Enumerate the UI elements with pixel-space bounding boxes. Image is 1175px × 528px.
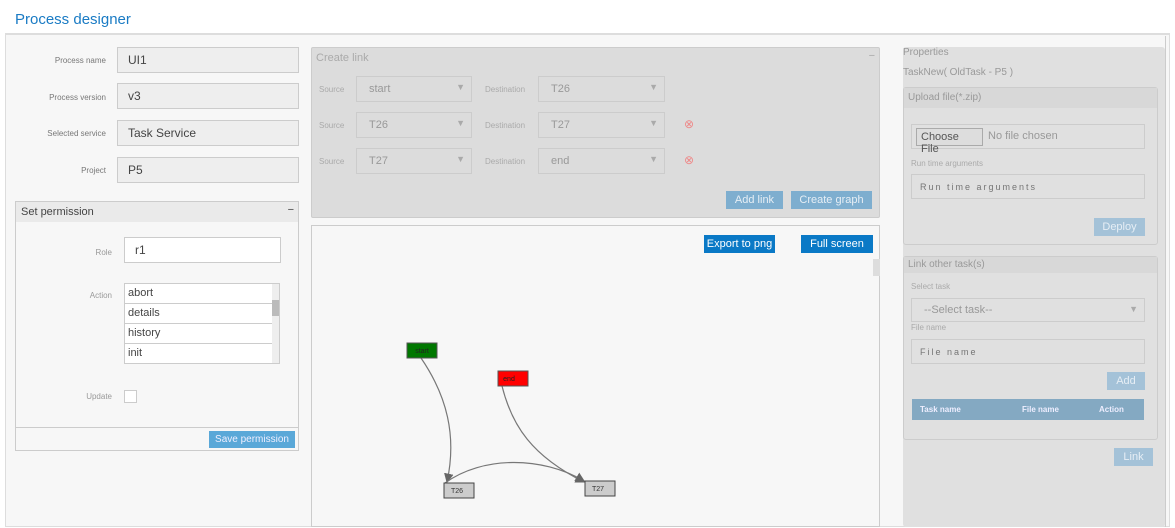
chevron-down-icon: ▼ bbox=[649, 82, 658, 92]
chevron-down-icon: ▼ bbox=[649, 118, 658, 128]
process-version-field[interactable]: v3 bbox=[117, 83, 299, 109]
column-file-name: File name bbox=[1022, 405, 1059, 414]
action-option[interactable]: history bbox=[125, 324, 273, 344]
graph-canvas[interactable]: Export to png Full screen start end T26 … bbox=[311, 225, 880, 527]
chevron-down-icon: ▼ bbox=[456, 118, 465, 128]
remove-link-icon[interactable]: ⊗ bbox=[684, 153, 694, 167]
create-link-title: Create link bbox=[316, 52, 369, 64]
edge-end-T27 bbox=[501, 385, 586, 483]
column-action: Action bbox=[1099, 405, 1124, 414]
edge-T26-T27 bbox=[444, 461, 586, 484]
node-T26: T26 bbox=[443, 482, 475, 499]
destination-select[interactable]: T27 ▼ bbox=[538, 112, 665, 138]
destination-value: end bbox=[551, 155, 570, 167]
source-value: T27 bbox=[369, 155, 388, 167]
deploy-button[interactable]: Deploy bbox=[1094, 218, 1145, 236]
select-task-dropdown[interactable]: --Select task-- ▼ bbox=[911, 298, 1145, 322]
role-label: Role bbox=[95, 248, 112, 257]
role-field[interactable]: r1 bbox=[124, 237, 281, 263]
set-permission-header: Set permission − bbox=[16, 202, 298, 222]
destination-select[interactable]: T26 ▼ bbox=[538, 76, 665, 102]
node-start: start bbox=[406, 342, 438, 359]
no-file-text: No file chosen bbox=[988, 130, 1058, 142]
source-label: Source bbox=[319, 121, 345, 130]
source-select[interactable]: start ▼ bbox=[356, 76, 472, 102]
svg-text:end: end bbox=[503, 376, 515, 383]
chevron-down-icon: ▼ bbox=[1129, 304, 1138, 314]
process-name-label: Process name bbox=[54, 56, 106, 65]
upload-title: Upload file(*.zip) bbox=[904, 88, 1157, 108]
divider bbox=[1165, 36, 1166, 527]
add-button[interactable]: Add bbox=[1107, 372, 1145, 390]
source-label: Source bbox=[319, 85, 345, 94]
source-select[interactable]: T27 ▼ bbox=[356, 148, 472, 174]
edge-start-T26 bbox=[420, 357, 454, 484]
destination-label: Destination bbox=[485, 121, 526, 130]
destination-label: Destination bbox=[485, 85, 526, 94]
run-time-arguments-label: Run time arguments bbox=[911, 159, 984, 168]
select-task-value: --Select task-- bbox=[924, 304, 993, 316]
run-time-arguments-input[interactable] bbox=[911, 174, 1145, 199]
link-other-title: Link other task(s) bbox=[904, 257, 1157, 273]
source-label: Source bbox=[319, 157, 345, 166]
source-value: start bbox=[369, 83, 391, 95]
scrollbar[interactable] bbox=[272, 284, 279, 363]
action-label: Action bbox=[89, 291, 112, 300]
add-link-button[interactable]: Add link bbox=[726, 191, 783, 209]
node-T27: T27 bbox=[584, 480, 616, 497]
graph-svg: start end T26 T27 bbox=[406, 342, 616, 499]
destination-select[interactable]: end ▼ bbox=[538, 148, 665, 174]
link-button[interactable]: Link bbox=[1114, 448, 1153, 466]
create-graph-button[interactable]: Create graph bbox=[791, 191, 872, 209]
save-permission-button[interactable]: Save permission bbox=[209, 431, 295, 448]
action-list[interactable]: abort details history init bbox=[124, 283, 280, 364]
svg-text:T27: T27 bbox=[592, 486, 604, 493]
selected-service-label: Selected service bbox=[47, 129, 106, 138]
collapse-button[interactable]: − bbox=[869, 50, 875, 62]
action-option[interactable]: abort bbox=[125, 284, 273, 304]
project-label: Project bbox=[81, 166, 106, 175]
destination-value: T27 bbox=[551, 119, 570, 131]
collapse-button[interactable]: − bbox=[288, 204, 294, 216]
set-permission-panel: Set permission − Role r1 Action abort de… bbox=[15, 201, 299, 451]
set-permission-title: Set permission bbox=[21, 206, 94, 218]
process-version-label: Process version bbox=[49, 93, 106, 102]
chevron-down-icon: ▼ bbox=[649, 154, 658, 164]
remove-link-icon[interactable]: ⊗ bbox=[684, 117, 694, 131]
action-option[interactable]: init bbox=[125, 344, 273, 363]
file-input[interactable]: Choose File No file chosen bbox=[911, 124, 1145, 155]
source-value: T26 bbox=[369, 119, 388, 131]
svg-text:start: start bbox=[415, 348, 429, 355]
link-other-panel: Link other task(s) Select task --Select … bbox=[903, 256, 1158, 440]
create-link-panel: Create link − Source start ▼ Destination … bbox=[311, 47, 880, 218]
linked-tasks-table-header: Task name File name Action bbox=[912, 399, 1144, 420]
file-name-input[interactable] bbox=[911, 339, 1145, 364]
choose-file-button[interactable]: Choose File bbox=[916, 128, 983, 155]
destination-value: T26 bbox=[551, 83, 570, 95]
column-task-name: Task name bbox=[920, 405, 961, 414]
destination-label: Destination bbox=[485, 157, 526, 166]
upload-panel: Upload file(*.zip) Choose File No file c… bbox=[903, 87, 1158, 245]
select-task-label: Select task bbox=[911, 282, 951, 291]
properties-panel: Properties TaskNew( OldTask - P5 ) Uploa… bbox=[903, 47, 1165, 527]
selected-service-field[interactable]: Task Service bbox=[117, 120, 299, 146]
action-option[interactable]: details bbox=[125, 304, 273, 324]
header: Process designer bbox=[5, 5, 1170, 35]
process-name-field[interactable]: UI1 bbox=[117, 47, 299, 73]
project-field[interactable]: P5 bbox=[117, 157, 299, 183]
file-name-label: File name bbox=[911, 323, 947, 332]
update-label: Update bbox=[86, 392, 112, 401]
properties-title: Properties bbox=[903, 47, 949, 58]
svg-text:T26: T26 bbox=[451, 488, 463, 495]
page-title: Process designer bbox=[15, 11, 131, 28]
task-name: TaskNew( OldTask - P5 ) bbox=[903, 67, 1014, 78]
node-end: end bbox=[497, 370, 529, 387]
source-select[interactable]: T26 ▼ bbox=[356, 112, 472, 138]
chevron-down-icon: ▼ bbox=[456, 82, 465, 92]
chevron-down-icon: ▼ bbox=[456, 154, 465, 164]
update-checkbox[interactable] bbox=[124, 390, 137, 403]
